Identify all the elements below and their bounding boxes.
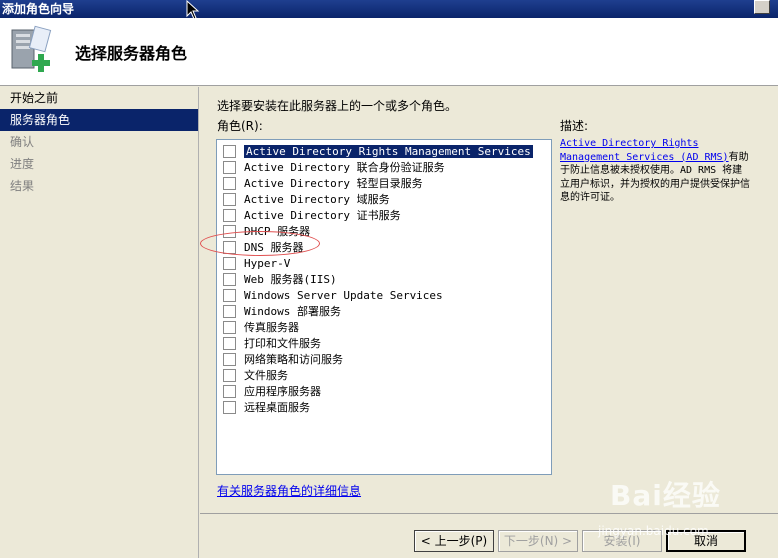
watermark-brand: Bai经验 [610, 479, 721, 512]
role-item-fax[interactable]: 传真服务器 [217, 319, 551, 335]
wizard-steps-nav: 开始之前 服务器角色 确认 进度 结果 [0, 87, 199, 558]
nav-item-confirmation: 确认 [10, 135, 35, 149]
role-label: 远程桌面服务 [244, 401, 310, 414]
page-title: 选择服务器角色 [75, 44, 188, 63]
role-item-ad-rms[interactable]: Active Directory Rights Management Servi… [217, 143, 551, 159]
role-checkbox[interactable] [223, 304, 236, 318]
role-label: 传真服务器 [244, 321, 299, 334]
role-label: Windows 部署服务 [244, 305, 341, 318]
role-label: 应用程序服务器 [244, 385, 321, 398]
role-checkbox[interactable] [223, 400, 236, 414]
role-item-wsus[interactable]: Windows Server Update Services [217, 287, 551, 303]
role-item-hyper-v[interactable]: Hyper-V [217, 255, 551, 271]
role-item-ad-fs[interactable]: Active Directory 联合身份验证服务 [217, 159, 551, 175]
role-checkbox[interactable] [223, 352, 236, 366]
watermark-url: jingyan.baidu.com [598, 524, 709, 538]
role-item-iis[interactable]: Web 服务器(IIS) [217, 271, 551, 287]
next-button[interactable]: 下一步(N) > [498, 530, 578, 552]
role-checkbox[interactable] [223, 208, 236, 222]
nav-item-progress: 进度 [10, 157, 35, 171]
role-label: Active Directory 联合身份验证服务 [244, 161, 445, 174]
role-item-file-services[interactable]: 文件服务 [217, 367, 551, 383]
role-item-print-file[interactable]: 打印和文件服务 [217, 335, 551, 351]
role-checkbox[interactable] [223, 256, 236, 270]
server-add-icon [11, 25, 52, 72]
description-text: Active Directory Rights Management Servi… [560, 137, 750, 205]
close-icon[interactable] [754, 0, 770, 14]
role-item-wds[interactable]: Windows 部署服务 [217, 303, 551, 319]
description-link[interactable]: Active Directory Rights Management Servi… [560, 138, 729, 163]
role-label: Web 服务器(IIS) [244, 273, 337, 286]
main-content: 选择要安装在此服务器上的一个或多个角色。 角色(R): Active Direc… [200, 87, 778, 513]
roles-label: 角色(R): [217, 119, 263, 133]
role-checkbox[interactable] [223, 288, 236, 302]
role-checkbox[interactable] [223, 176, 236, 190]
roles-list[interactable]: Active Directory Rights Management Servi… [216, 139, 552, 475]
role-checkbox[interactable] [223, 384, 236, 398]
add-roles-wizard-window: 添加角色向导 选择服务器角色 开始之前 服务器角色 确认 进度 结果 选择要安装… [0, 0, 778, 558]
role-checkbox[interactable] [223, 336, 236, 350]
role-label: Hyper-V [244, 256, 291, 270]
mouse-cursor-icon [186, 0, 200, 20]
role-item-npas[interactable]: 网络策略和访问服务 [217, 351, 551, 367]
nav-item-before-you-begin[interactable]: 开始之前 [0, 87, 198, 109]
role-checkbox[interactable] [223, 272, 236, 286]
role-label: 网络策略和访问服务 [244, 353, 343, 366]
more-info-link[interactable]: 有关服务器角色的详细信息 [217, 482, 361, 499]
role-item-app-server[interactable]: 应用程序服务器 [217, 383, 551, 399]
description-label: 描述: [560, 119, 589, 133]
role-checkbox[interactable] [223, 160, 236, 174]
nav-item-server-roles[interactable]: 服务器角色 [0, 109, 198, 131]
role-label: Active Directory 轻型目录服务 [244, 177, 423, 190]
role-item-ad-lds[interactable]: Active Directory 轻型目录服务 [217, 175, 551, 191]
role-label: Active Directory 证书服务 [244, 209, 401, 222]
role-label: Windows Server Update Services [244, 288, 443, 302]
role-item-remote-desktop[interactable]: 远程桌面服务 [217, 399, 551, 415]
back-button[interactable]: < 上一步(P) [414, 530, 494, 552]
title-bar[interactable]: 添加角色向导 [0, 0, 778, 18]
role-item-ad-ds[interactable]: Active Directory 域服务 [217, 191, 551, 207]
wizard-header: 选择服务器角色 [0, 18, 778, 86]
window-title: 添加角色向导 [2, 2, 75, 16]
role-checkbox[interactable] [223, 144, 236, 158]
role-checkbox[interactable] [223, 192, 236, 206]
role-label: 文件服务 [244, 369, 288, 382]
instruction-text: 选择要安装在此服务器上的一个或多个角色。 [217, 99, 458, 113]
role-item-ad-cs[interactable]: Active Directory 证书服务 [217, 207, 551, 223]
role-checkbox[interactable] [223, 320, 236, 334]
nav-item-results: 结果 [10, 179, 35, 193]
role-label: Active Directory 域服务 [244, 193, 390, 206]
role-label: 打印和文件服务 [244, 337, 321, 350]
role-checkbox[interactable] [223, 368, 236, 382]
annotation-circle [200, 231, 320, 256]
role-label: Active Directory Rights Management Servi… [244, 144, 533, 158]
